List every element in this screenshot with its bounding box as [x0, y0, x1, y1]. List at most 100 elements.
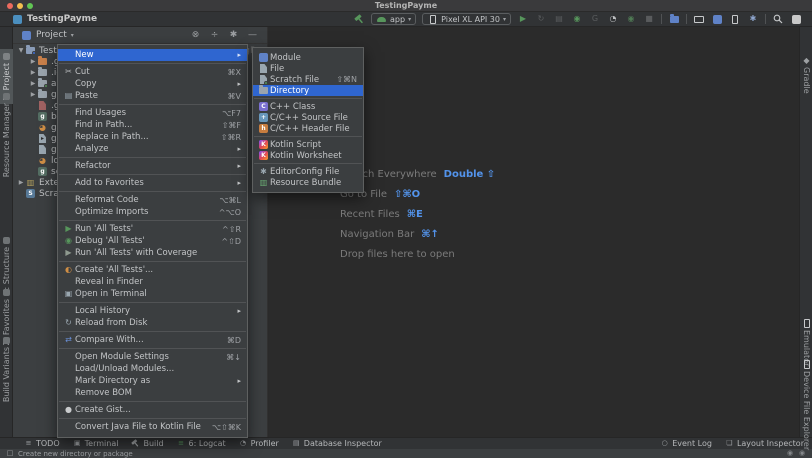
menu-item-run-all-tests[interactable]: ▶Run 'All Tests'^⇧R	[58, 223, 247, 235]
menu-item-copy[interactable]: Copy▸	[58, 78, 247, 90]
menu-item-paste[interactable]: ▤Paste⌘V	[58, 90, 247, 102]
menu-item-module[interactable]: Module	[253, 52, 363, 63]
build-button[interactable]	[353, 13, 365, 25]
menu-item-reformat-code[interactable]: Reformat Code⌥⌘L	[58, 194, 247, 206]
profile-button[interactable]: ◔	[607, 13, 619, 25]
menu-item-directory[interactable]: Directory	[253, 85, 363, 96]
project-chip[interactable]: TestingPayme	[12, 14, 97, 25]
menu-item-label: Open Module Settings	[75, 352, 220, 362]
menu-item-cut[interactable]: ✂Cut⌘X	[58, 66, 247, 78]
avd-manager-button[interactable]	[693, 13, 705, 25]
tool-button-6-logcat[interactable]: ≡6: Logcat	[177, 439, 226, 448]
menu-item-load-unload-modules[interactable]: Load/Unload Modules...	[58, 363, 247, 375]
menu-item-mark-directory-as[interactable]: Mark Directory as▸	[58, 375, 247, 387]
attach-profiler-button[interactable]: ◉	[625, 13, 637, 25]
menu-item-remove-bom[interactable]: Remove BOM	[58, 387, 247, 399]
menu-item-c-c-source-file[interactable]: +C/C++ Source File	[253, 112, 363, 123]
menu-item-reload-from-disk[interactable]: ↻Reload from Disk	[58, 317, 247, 329]
menu-item-new[interactable]: New▸	[58, 49, 247, 61]
close-button[interactable]	[7, 3, 13, 9]
project-chip-label: TestingPayme	[27, 14, 97, 24]
menu-item-open-in-terminal[interactable]: ▣Open in Terminal	[58, 288, 247, 300]
menu-item-scratch-file[interactable]: Scratch File⇧⌘N	[253, 74, 363, 85]
menu-item-kotlin-worksheet[interactable]: KKotlin Worksheet	[253, 150, 363, 161]
menu-item-label: Paste	[75, 91, 222, 101]
chevron-right-icon[interactable]: ▶	[29, 91, 37, 98]
menu-item-label: Reload from Disk	[75, 318, 241, 328]
run-with-coverage-button[interactable]: G	[589, 13, 601, 25]
menu-item-open-module-settings[interactable]: Open Module Settings⌘↓	[58, 351, 247, 363]
chevron-right-icon[interactable]: ▶	[29, 69, 37, 76]
apply-code-changes-button[interactable]: ▤	[553, 13, 565, 25]
zoom-button[interactable]	[27, 3, 33, 9]
device-select[interactable]: Pixel XL API 30▾	[422, 13, 511, 25]
menu-item-create-all-tests[interactable]: ◐Create 'All Tests'...	[58, 264, 247, 276]
menu-item-convert-java-file-to-kotlin-file[interactable]: Convert Java File to Kotlin File⌥⇧⌘K	[58, 421, 247, 433]
chevron-down-icon[interactable]: ▼	[17, 47, 25, 54]
apply-changes-button[interactable]: ↻	[535, 13, 547, 25]
device-manager-button[interactable]	[729, 13, 741, 25]
chevron-right-icon[interactable]: ▶	[17, 179, 25, 186]
menu-item-label: Remove BOM	[75, 388, 241, 398]
menu-item-find-usages[interactable]: Find Usages⌥F7	[58, 107, 247, 119]
tool-button-label: TODO	[36, 439, 60, 448]
tool-button-todo[interactable]: ≡TODO	[24, 439, 60, 448]
menu-separator	[59, 174, 246, 175]
menu-item-label: Copy	[75, 79, 231, 89]
menu-item-optimize-imports[interactable]: Optimize Imports^⌥O	[58, 206, 247, 218]
menu-item-c-class[interactable]: CC++ Class	[253, 101, 363, 112]
chevron-down-icon[interactable]: ▾	[71, 32, 74, 39]
tool-stripe-device-file-explorer[interactable]: Device File Explorer	[800, 357, 812, 453]
menu-item-icon-slot: ✂	[62, 67, 75, 78]
locate-file-icon[interactable]: ⊗	[189, 29, 202, 42]
menu-item-debug-all-tests[interactable]: ◉Debug 'All Tests'^⇧D	[58, 235, 247, 247]
menu-item-run-all-tests-with-coverage[interactable]: ▶Run 'All Tests' with Coverage	[58, 247, 247, 259]
minimize-button[interactable]	[17, 3, 23, 9]
sync-project-button[interactable]	[668, 13, 680, 25]
collapse-all-icon[interactable]: ÷	[208, 29, 221, 42]
search-everywhere-button[interactable]	[772, 13, 784, 25]
menu-item-analyze[interactable]: Analyze▸	[58, 143, 247, 155]
tool-button-terminal[interactable]: ▣Terminal	[73, 439, 119, 448]
menu-item-compare-with[interactable]: ⇄Compare With...⌘D	[58, 334, 247, 346]
tool-button-event-log[interactable]: ○Event Log	[660, 439, 712, 448]
sdk-manager-button[interactable]	[711, 13, 723, 25]
menu-separator	[59, 401, 246, 402]
menu-item-c-c-header-file[interactable]: hC/C++ Header File	[253, 123, 363, 134]
tool-stripe-resource-manager[interactable]: Resource Manager	[0, 89, 13, 180]
menu-item-create-gist[interactable]: ●Create Gist...	[58, 404, 247, 416]
tool-button-layout-inspector[interactable]: ❏Layout Inspector	[725, 439, 804, 448]
chevron-down-icon: ▾	[408, 16, 411, 23]
menu-item-resource-bundle[interactable]: ▥Resource Bundle	[253, 177, 363, 188]
hide-panel-icon[interactable]: —	[246, 29, 259, 42]
menu-item-editorconfig-file[interactable]: ✱EditorConfig File	[253, 166, 363, 177]
settings-gear-icon: ✱	[748, 14, 759, 25]
menu-item-label: C/C++ Source File	[270, 113, 357, 123]
ide-updates-button[interactable]	[790, 13, 802, 25]
menu-item-label: Reveal in Finder	[75, 277, 241, 287]
menu-item-kotlin-script[interactable]: KKotlin Script	[253, 139, 363, 150]
menu-item-replace-in-path[interactable]: Replace in Path...⇧⌘R	[58, 131, 247, 143]
chevron-right-icon[interactable]: ▶	[29, 58, 37, 65]
menu-item-refactor[interactable]: Refactor▸	[58, 160, 247, 172]
sync-settings-button[interactable]: ✱	[747, 13, 759, 25]
tool-stripe-gradle[interactable]: ◆Gradle	[800, 53, 812, 97]
tool-button-profiler[interactable]: ◔Profiler	[239, 439, 279, 448]
tool-stripe-build-variants[interactable]: Build Variants	[0, 333, 13, 405]
menu-item-find-in-path[interactable]: Find in Path...⇧⌘F	[58, 119, 247, 131]
menu-item-add-to-favorites[interactable]: Add to Favorites▸	[58, 177, 247, 189]
debug-button[interactable]: ◉	[571, 13, 583, 25]
menu-item-file[interactable]: File	[253, 63, 363, 74]
stop-button[interactable]: ■	[643, 13, 655, 25]
settings-icon[interactable]: ✱	[227, 29, 240, 42]
tool-button-database-inspector[interactable]: ▤Database Inspector	[292, 439, 382, 448]
project-panel-title[interactable]: Project	[36, 30, 67, 40]
run-button[interactable]: ▶	[517, 13, 529, 25]
chevron-right-icon[interactable]: ▶	[29, 80, 37, 87]
tool-button-build[interactable]: Build	[131, 439, 163, 448]
avd-monitor-icon	[694, 14, 705, 25]
run-config-select[interactable]: app▾	[371, 13, 416, 25]
menu-item-icon-slot: ▣	[62, 289, 75, 300]
menu-item-reveal-in-finder[interactable]: Reveal in Finder	[58, 276, 247, 288]
menu-item-local-history[interactable]: Local History▸	[58, 305, 247, 317]
